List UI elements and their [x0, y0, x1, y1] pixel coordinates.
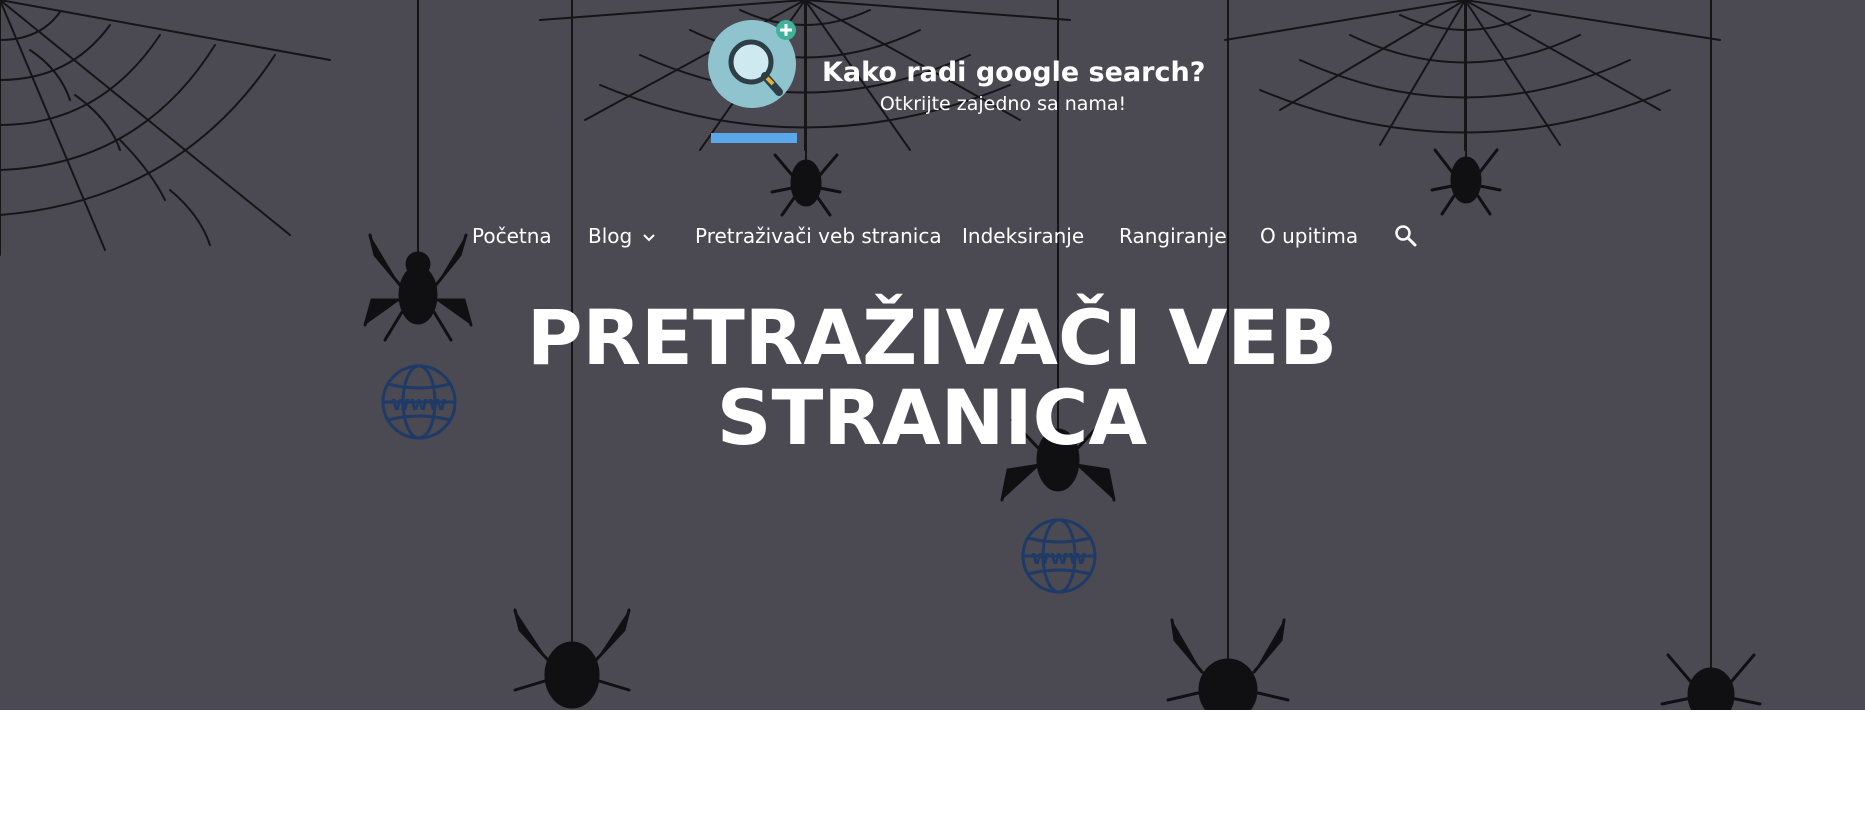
- globe-decoration: www: [1021, 518, 1097, 594]
- nav-item-rangiranje[interactable]: Rangiranje: [1119, 220, 1227, 252]
- nav-item-label: Pretraživači veb stranica: [695, 224, 942, 248]
- site-tagline: Otkrijte zajedno sa nama!: [879, 93, 1127, 115]
- chevron-down-icon: [643, 233, 655, 241]
- page-title: PRETRAŽIVAČI VEB STRANICA: [526, 293, 1338, 462]
- nav-item-label: O upitima: [1260, 224, 1359, 248]
- site-title[interactable]: Kako radi google search?: [822, 56, 1205, 90]
- spider-decoration: [770, 153, 842, 217]
- nav-item-pretrazivaci[interactable]: Pretraživači veb stranica: [695, 220, 942, 252]
- main-navigation: Početna Blog Pretraživači veb stranica I…: [0, 220, 1865, 252]
- nav-item-indeksiranje[interactable]: Indeksiranje: [962, 220, 1084, 252]
- hero-banner: www www Kako radi google search? Otkrijt…: [0, 0, 1865, 710]
- page-content-area: [0, 710, 1865, 828]
- nav-item-label: Blog: [588, 224, 633, 248]
- nav-item-label: Početna: [472, 224, 552, 248]
- nav-item-label: Rangiranje: [1119, 224, 1227, 248]
- nav-item-label: Indeksiranje: [962, 224, 1085, 248]
- cobweb-decoration: [0, 0, 331, 256]
- svg-text:www: www: [1031, 545, 1086, 569]
- nav-item-o-upitima[interactable]: O upitima: [1260, 220, 1358, 252]
- cobweb-decoration: [1224, 0, 1721, 151]
- magnifier-logo-icon[interactable]: [707, 18, 802, 146]
- spider-decoration: [1430, 148, 1502, 216]
- nav-item-blog[interactable]: Blog: [588, 220, 656, 252]
- nav-item-pocetna[interactable]: Početna: [472, 220, 552, 252]
- search-icon[interactable]: [1394, 224, 1418, 248]
